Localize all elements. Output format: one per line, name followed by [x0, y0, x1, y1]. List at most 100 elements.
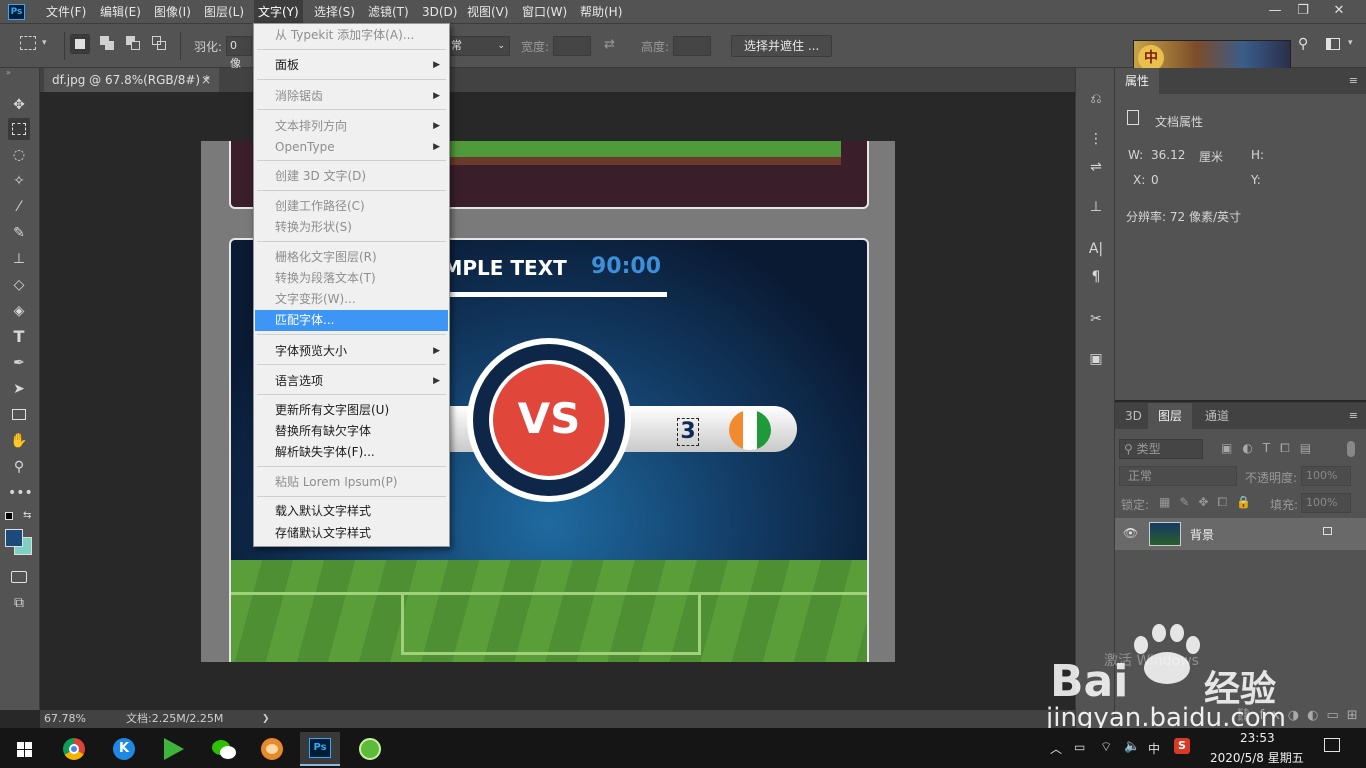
sogou-ime-icon[interactable]: S [1174, 738, 1190, 754]
monkey-app-icon[interactable] [252, 732, 292, 766]
menu-window[interactable]: 窗口(W) [518, 0, 571, 24]
filter-toggle[interactable] [1347, 441, 1355, 457]
ime-indicator[interactable]: 中 [1148, 740, 1160, 757]
style-select[interactable]: 常 ⌄ [448, 36, 510, 56]
history-icon[interactable]: ⎌ [1085, 88, 1107, 110]
menu-view[interactable]: 视图(V) [463, 0, 513, 24]
magic-wand-tool-icon[interactable]: ✧ [8, 170, 30, 192]
close-tab-icon[interactable]: × [201, 68, 211, 92]
zoom-level[interactable]: 67.78% [44, 710, 86, 728]
eyedropper-tool-icon[interactable]: ⁄ [8, 196, 30, 218]
blend-mode-select[interactable]: 正常 [1119, 466, 1237, 486]
menu-item-rasterize[interactable]: 栅格化文字图层(R) [255, 247, 448, 268]
menu-item-update-text-layers[interactable]: 更新所有文字图层(U) [255, 400, 448, 421]
more-tools-icon[interactable]: ••• [8, 482, 33, 504]
libraries-icon[interactable]: ▣ [1085, 348, 1107, 370]
width-prop-value[interactable]: 36.12 [1151, 148, 1185, 162]
rectangular-marquee-tool-icon[interactable] [8, 118, 30, 140]
swap-dimensions-icon[interactable]: ⇄ [604, 37, 615, 52]
menu-layer[interactable]: 图层(L) [200, 0, 248, 24]
panel-menu-icon[interactable]: ≡ [1349, 74, 1358, 87]
clock-time[interactable]: 23:53 [1240, 731, 1275, 745]
opacity-input[interactable]: 100% [1301, 466, 1351, 486]
browser-360-icon[interactable] [350, 732, 390, 766]
start-button[interactable] [4, 732, 44, 766]
layer-row[interactable]: 👁 背景 [1115, 518, 1366, 550]
swap-colors-icon[interactable]: ⇆ [23, 510, 31, 521]
quick-mask-icon[interactable] [8, 566, 30, 588]
clock-date[interactable]: 2020/5/8 星期五 [1210, 749, 1304, 766]
menu-item-anti-alias[interactable]: 消除锯齿 ▶ [255, 86, 448, 107]
type-tool-icon[interactable]: T [8, 326, 30, 348]
video-player-icon[interactable] [154, 732, 194, 766]
menu-item-replace-missing-fonts[interactable]: 替换所有缺欠字体 [255, 421, 448, 442]
select-and-mask-button[interactable]: 选择并遮住 ... [731, 35, 833, 57]
zoom-tool-icon[interactable]: ⚲ [8, 456, 30, 478]
menu-item-add-typekit[interactable]: 从 Typekit 添加字体(A)... [255, 25, 448, 46]
menu-image[interactable]: 图像(I) [150, 0, 195, 24]
clone-source-icon[interactable]: ⊥ [1085, 196, 1107, 218]
document-tab[interactable]: df.jpg @ 67.8%(RGB/8#) * × [44, 68, 219, 92]
lock-icons[interactable]: ▦✎✥⧠🔒 [1159, 495, 1260, 510]
tab-layers[interactable]: 图层 [1148, 403, 1193, 429]
tab-properties[interactable]: 属性 [1115, 68, 1160, 94]
brush-tool-icon[interactable]: ✎ [8, 222, 30, 244]
status-menu-arrow-icon[interactable]: ❯ [262, 710, 270, 728]
menu-select[interactable]: 选择(S) [310, 0, 359, 24]
tools-preset-icon[interactable]: ✂ [1085, 308, 1107, 330]
menu-item-convert-paragraph[interactable]: 转换为段落文本(T) [255, 268, 448, 289]
menu-item-text-orientation[interactable]: 文本排列方向 ▶ [255, 116, 448, 137]
tab-channels[interactable]: 通道 [1195, 403, 1239, 429]
search-icon[interactable]: ⚲ [1298, 36, 1308, 52]
menu-item-panels[interactable]: 面板 ▶ [255, 55, 448, 76]
menu-item-language-options[interactable]: 语言选项 ▶ [255, 371, 448, 392]
canvas-area[interactable]: AMPLE TEXT 90:00 3 VS [40, 92, 1075, 710]
move-tool-icon[interactable]: ✥ [8, 94, 30, 116]
menu-item-resolve-missing-fonts[interactable]: 解析缺失字体(F)... [255, 442, 448, 463]
screen-mode-icon[interactable]: ⧉ [8, 592, 30, 614]
visibility-eye-icon[interactable]: 👁 [1123, 526, 1138, 540]
chrome-icon[interactable] [54, 732, 94, 766]
minimize-button[interactable]: — [1260, 0, 1290, 22]
width-input[interactable] [553, 36, 591, 56]
menu-item-font-preview-size[interactable]: 字体预览大小 ▶ [255, 341, 448, 362]
menu-file[interactable]: 文件(F) [42, 0, 90, 24]
menu-edit[interactable]: 编辑(E) [96, 0, 145, 24]
rectangle-tool-icon[interactable] [8, 404, 30, 426]
character-icon[interactable]: A| [1085, 238, 1107, 260]
menu-item-create-work-path[interactable]: 创建工作路径(C) [255, 196, 448, 217]
volume-icon[interactable]: 🔈 [1124, 739, 1140, 754]
eraser-tool-icon[interactable]: ◇ [8, 274, 30, 296]
lasso-tool-icon[interactable]: ◌ [8, 144, 30, 166]
menu-item-match-font[interactable]: 匹配字体... [255, 310, 448, 331]
feather-input[interactable]: 0 像 [226, 36, 252, 70]
hand-tool-icon[interactable]: ✋ [8, 430, 30, 452]
workspace-icon[interactable] [1326, 38, 1340, 50]
height-input[interactable] [673, 36, 711, 56]
wechat-icon[interactable] [204, 732, 244, 766]
restore-button[interactable]: ❐ [1288, 0, 1318, 22]
menu-item-warp-text[interactable]: 文字变形(W)... [255, 289, 448, 310]
kugou-icon[interactable]: K [104, 732, 144, 766]
menu-item-save-default-type-styles[interactable]: 存储默认文字样式 [255, 523, 448, 544]
stamp-tool-icon[interactable]: ⊥ [8, 248, 30, 270]
default-colors-icon[interactable] [5, 512, 13, 520]
layer-name[interactable]: 背景 [1190, 526, 1214, 543]
fill-input[interactable]: 100% [1301, 493, 1351, 513]
new-selection-icon[interactable] [70, 34, 90, 54]
layer-filter-select[interactable]: ⚲ 类型 [1119, 439, 1203, 459]
menu-type[interactable]: 文字(Y) [254, 0, 303, 24]
workspace-chevron-icon[interactable]: ▾ [1348, 38, 1353, 48]
adjustments-icon[interactable]: ⇌ [1085, 156, 1107, 178]
menu-item-opentype[interactable]: OpenType ▶ [255, 137, 448, 158]
pen-tool-icon[interactable]: ✒ [8, 352, 30, 374]
close-window-button[interactable]: ✕ [1324, 0, 1354, 22]
tab-3d[interactable]: 3D [1115, 403, 1152, 429]
add-selection-icon[interactable] [98, 34, 118, 54]
foreground-color-swatch[interactable] [5, 529, 23, 547]
path-selection-tool-icon[interactable]: ➤ [8, 378, 30, 400]
paragraph-icon[interactable]: ¶ [1085, 266, 1107, 288]
photoshop-taskbar-icon[interactable]: Ps [300, 732, 340, 766]
subtract-selection-icon[interactable] [124, 34, 144, 54]
preset-dropdown-chevron-icon[interactable]: ▾ [42, 38, 47, 48]
